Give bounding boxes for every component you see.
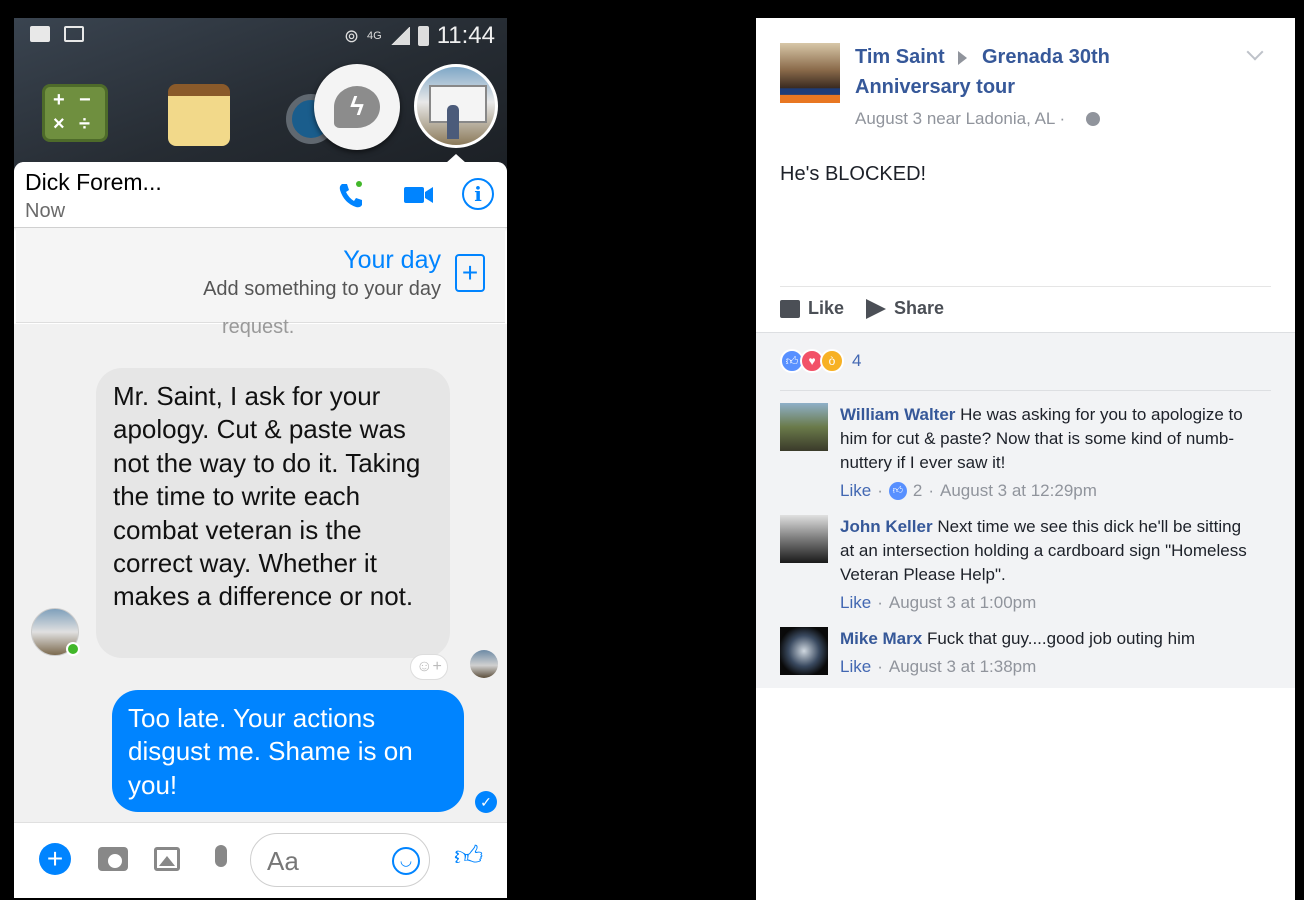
gallery-icon[interactable] <box>154 847 180 871</box>
facebook-post: Tim Saint Grenada 30th Anniversary tour … <box>756 18 1295 900</box>
globe-privacy-icon[interactable] <box>1086 112 1100 126</box>
like-label: Like <box>808 298 845 318</box>
phone-call-icon[interactable] <box>334 178 368 212</box>
separator-dot: · <box>928 481 934 500</box>
comment-meta: Like · 👍︎ 2 · August 3 at 12:29pm <box>840 481 1097 501</box>
divider <box>780 390 1271 391</box>
comment-time[interactable]: August 3 at 12:29pm <box>940 481 1097 501</box>
commenter-avatar[interactable] <box>780 627 828 675</box>
delivered-check-icon: ✓ <box>475 791 497 813</box>
emoji-icon[interactable]: ◡ <box>392 847 420 875</box>
add-reaction-icon[interactable]: ☺+ <box>410 654 448 680</box>
comment-time[interactable]: August 3 at 1:00pm <box>889 593 1036 613</box>
chevron-down-icon[interactable] <box>1246 43 1264 61</box>
gallery-notification-icon <box>64 26 84 42</box>
author-avatar[interactable] <box>780 43 840 103</box>
chat-window: Dick Forem... Now i Your day Add somethi… <box>14 162 507 898</box>
commenter-name[interactable]: William Walter <box>840 405 955 424</box>
commenter-avatar[interactable] <box>780 403 828 451</box>
thumbs-up-send-icon[interactable]: 👍︎ <box>454 841 484 871</box>
separator-dot: · <box>877 657 883 676</box>
video-call-icon[interactable] <box>402 178 436 212</box>
post-group-line1[interactable]: Grenada 30th <box>982 46 1110 69</box>
share-icon <box>866 298 886 319</box>
share-button[interactable]: Share <box>866 298 944 319</box>
your-day-title: Your day <box>343 246 441 274</box>
comment-like-link[interactable]: Like <box>840 481 871 501</box>
message-input-placeholder: Aa <box>267 846 299 876</box>
network-type: 4G <box>367 30 382 42</box>
messenger-icon: ϟ <box>334 86 380 128</box>
comment-like-count[interactable]: 2 <box>913 481 922 501</box>
comment-meta: Like · August 3 at 1:38pm <box>840 657 1036 677</box>
comment-like-link[interactable]: Like <box>840 657 871 677</box>
outgoing-message-bubble[interactable]: Too late. Your actions disgust me. Shame… <box>112 690 464 812</box>
shared-to-arrow-icon <box>958 51 967 65</box>
battery-icon <box>417 26 429 46</box>
add-story-icon[interactable]: + <box>455 254 485 292</box>
comment-body: Fuck that guy....good job outing him <box>926 629 1196 648</box>
mail-notification-icon <box>30 26 50 42</box>
contact-name[interactable]: Dick Forem... <box>25 169 162 196</box>
commenter-name[interactable]: John Keller <box>840 517 933 536</box>
status-bar: ⊚ 4G 11:44 <box>14 18 507 58</box>
messenger-chathead[interactable]: ϟ <box>314 64 400 150</box>
separator-dot: · <box>877 593 883 612</box>
reaction-count: 4 <box>852 351 862 370</box>
post-author[interactable]: Tim Saint <box>855 46 945 69</box>
separator-dot: · <box>877 481 883 500</box>
messenger-phone-screenshot: ⊚ 4G 11:44 + − × ÷ ϟ Dick Forem... Now i… <box>14 18 507 898</box>
seen-receipt-avatar <box>470 650 498 678</box>
message-input[interactable]: Aa ◡ <box>250 833 430 887</box>
commenter-avatar[interactable] <box>780 515 828 563</box>
comment-text: William Walter He was asking for you to … <box>840 403 1252 475</box>
your-day-banner[interactable]: Your day Add something to your day + <box>16 228 505 323</box>
divider <box>780 286 1271 287</box>
signal-icon <box>389 27 410 45</box>
post-meta[interactable]: August 3 near Ladonia, AL · <box>855 109 1065 129</box>
contact-chathead[interactable] <box>414 64 498 148</box>
calculator-app-icon[interactable]: + − × ÷ <box>42 84 108 142</box>
chat-header: Dick Forem... Now i <box>14 162 507 228</box>
reactions-summary[interactable]: 👍︎ ♥ ò 4 <box>780 349 861 373</box>
comment-text: Mike Marx Fuck that guy....good job outi… <box>840 627 1252 651</box>
commenter-name[interactable]: Mike Marx <box>840 629 922 648</box>
microphone-icon[interactable] <box>215 845 227 867</box>
like-icon <box>780 299 800 318</box>
comment-meta: Like · August 3 at 1:00pm <box>840 593 1036 613</box>
comment-time[interactable]: August 3 at 1:38pm <box>889 657 1036 677</box>
share-label: Share <box>894 298 945 318</box>
clock: 11:44 <box>436 22 495 49</box>
info-icon[interactable]: i <box>462 178 494 210</box>
comment-like-link[interactable]: Like <box>840 593 871 613</box>
message-composer: + Aa ◡ 👍︎ <box>14 822 507 898</box>
post-group-line2[interactable]: Anniversary tour <box>855 76 1015 99</box>
comment-like-icon: 👍︎ <box>888 482 907 500</box>
incoming-message-bubble[interactable]: Mr. Saint, I ask for your apology. Cut &… <box>96 368 450 658</box>
message-thread[interactable]: request. Mr. Saint, I ask for your apolo… <box>14 316 507 822</box>
like-button[interactable]: Like <box>780 298 844 319</box>
more-actions-icon[interactable]: + <box>39 843 71 875</box>
person-photo <box>447 105 459 139</box>
comment-text: John Keller Next time we see this dick h… <box>840 515 1252 587</box>
notepad-app-icon[interactable] <box>168 84 230 146</box>
online-indicator <box>66 642 80 656</box>
angry-reaction-icon: ò <box>820 349 844 373</box>
comments-section: 👍︎ ♥ ò 4 William Walter He was asking fo… <box>756 332 1295 688</box>
wifi-icon: ⊚ <box>343 25 360 46</box>
truncated-message-text: request. <box>222 316 295 338</box>
post-body: He's BLOCKED! <box>780 163 927 185</box>
your-day-subtitle: Add something to your day <box>203 278 441 300</box>
camera-icon[interactable] <box>98 847 128 871</box>
contact-active-status: Now <box>25 200 66 222</box>
